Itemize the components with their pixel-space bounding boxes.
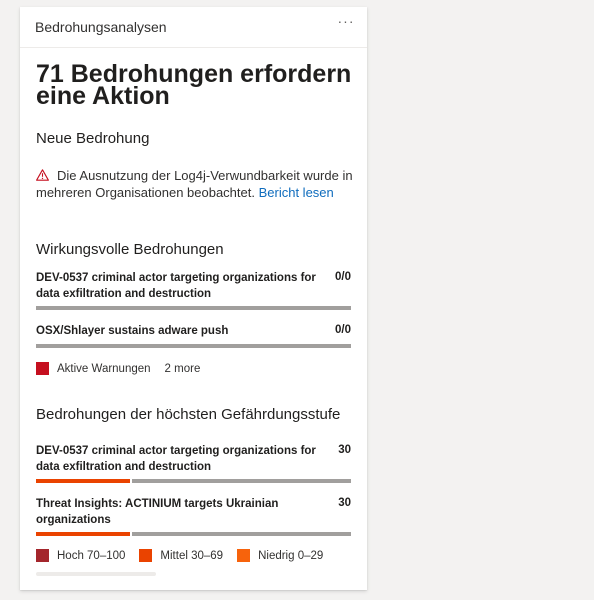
legend-label: Hoch 70–100 (57, 549, 126, 562)
legend-label: Aktive Warnungen (57, 362, 151, 375)
severity-threat-name[interactable]: Threat Insights: ACTINIUM targets Ukrain… (36, 496, 321, 528)
legend-item-medium: Mittel 30–69 (139, 549, 223, 562)
more-options-button[interactable]: ··· (335, 13, 357, 35)
card-header: Bedrohungsanalysen ··· (20, 7, 367, 48)
impactful-threat-name[interactable]: OSX/Shlayer sustains adware push (36, 323, 321, 339)
page-title: 71 Bedrohungen erfordern eine Aktion (36, 60, 352, 110)
impactful-threats-heading: Wirkungsvolle Bedrohungen (36, 241, 224, 258)
legend-label: Mittel 30–69 (160, 549, 224, 562)
threat-analytics-card: Bedrohungsanalysen ··· 71 Bedrohungen er… (20, 7, 367, 590)
read-report-link[interactable]: Bericht lesen (259, 185, 334, 200)
new-threat-heading: Neue Bedrohung (36, 130, 150, 147)
card-title: Bedrohungsanalysen (35, 19, 167, 35)
severity-bar-medium-segment (36, 479, 130, 483)
legend-swatch (237, 549, 251, 562)
severity-threat-bar (36, 479, 351, 483)
legend-label: Niedrig 0–29 (258, 549, 324, 562)
warning-icon (36, 169, 49, 181)
new-threat-alert: Die Ausnutzung der Log4j-Verwundbarkeit … (36, 167, 356, 201)
impactful-threat-value: 0/0 (335, 324, 351, 336)
impactful-threat-bar (36, 344, 351, 348)
severity-threat-value: 30 (338, 497, 351, 509)
horizontal-scrollbar[interactable] (36, 572, 156, 576)
legend-more-link[interactable]: 2 more (165, 363, 201, 375)
legend-item-high: Hoch 70–100 (36, 549, 125, 562)
legend-swatch (139, 549, 153, 562)
severity-threat-value: 30 (338, 444, 351, 456)
severity-threat-name[interactable]: DEV-0537 criminal actor targeting organi… (36, 443, 321, 475)
legend-item-active-alerts: Aktive Warnungen (36, 362, 151, 375)
severity-threat-bar (36, 532, 351, 536)
severity-bar-medium-segment (36, 532, 130, 536)
severity-legend: Hoch 70–100 Mittel 30–69 Niedrig 0–29 (36, 549, 337, 562)
impactful-threat-bar (36, 306, 351, 310)
highest-severity-heading: Bedrohungen der höchsten Gefährdungsstuf… (36, 406, 341, 423)
legend-swatch (36, 362, 49, 375)
impactful-legend: Aktive Warnungen 2 more (36, 362, 200, 375)
impactful-threat-name[interactable]: DEV-0537 criminal actor targeting organi… (36, 270, 321, 302)
legend-item-low: Niedrig 0–29 (237, 549, 323, 562)
legend-swatch (36, 549, 49, 562)
impactful-threat-value: 0/0 (335, 271, 351, 283)
